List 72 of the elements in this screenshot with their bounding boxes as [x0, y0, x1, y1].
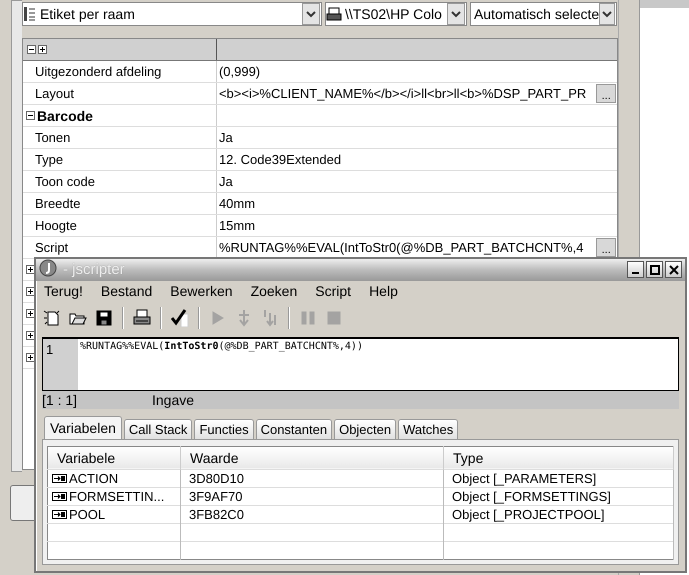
layout-combo[interactable]: Etiket per raam	[22, 2, 322, 26]
table-cell: Object [_FORMSETTINGS]	[452, 488, 611, 504]
table-cell: 3FB82C0	[189, 506, 244, 522]
line-number: 1	[46, 342, 54, 358]
tab[interactable]: Functies	[194, 418, 254, 439]
category-name: Barcode	[36, 108, 93, 124]
property-value: %RUNTAG%%EVAL(IntToStr0(@%DB_PART_BATCHCNT%,4	[218, 240, 584, 255]
cursor-position: [1 : 1]	[42, 392, 78, 408]
menu-item[interactable]: Bestand	[100, 283, 162, 300]
menu-item[interactable]: Help	[369, 283, 407, 300]
variable-icon	[52, 492, 67, 501]
column-header[interactable]: Variabele	[48, 446, 180, 470]
tab[interactable]: Watches	[398, 418, 458, 439]
expand-icon[interactable]	[26, 265, 35, 274]
printer-icon	[326, 7, 342, 21]
tab[interactable]: Variabelen	[44, 416, 122, 439]
property-name: Type	[22, 149, 217, 170]
property-name: Toon code	[22, 171, 217, 192]
menu-item[interactable]: Zoeken	[250, 283, 306, 300]
edit-mode: Ingave	[152, 392, 194, 408]
property-value: <b><i>%CLIENT_NAME%</b></i>ll<br>ll<b>%DSP_PART_PR	[218, 86, 588, 101]
property-value: 12. Code39Extended	[218, 152, 342, 167]
ellipsis-button[interactable]: ...	[596, 238, 616, 257]
maximize-button[interactable]	[646, 261, 663, 278]
property-name: Uitgezonderd afdeling	[22, 61, 217, 82]
property-value: 15mm	[218, 218, 256, 233]
property-name: Breedte	[22, 193, 217, 214]
list-icon	[22, 6, 37, 22]
expand-icon[interactable]	[26, 353, 35, 362]
minimize-icon	[632, 272, 639, 274]
property-value: (0,999)	[218, 64, 262, 79]
table-cell: Object [_PARAMETERS]	[452, 470, 596, 486]
property-name: Hoogte	[22, 215, 217, 236]
tray-combo[interactable]: Automatisch selecte	[470, 2, 617, 26]
tab[interactable]: Call Stack	[124, 418, 192, 439]
expand-icon[interactable]	[26, 331, 35, 340]
table-cell: 3F9AF70	[189, 488, 242, 504]
close-icon	[668, 264, 678, 275]
variable-icon	[52, 474, 67, 483]
expand-icon[interactable]	[38, 45, 47, 54]
property-name: Tonen	[22, 127, 217, 148]
collapse-icon[interactable]	[26, 111, 35, 120]
expand-icon[interactable]	[26, 309, 35, 318]
code-line: %RUNTAG%%EVAL(IntToStr0(@%DB_PART_BATCHCNT%,4))	[80, 341, 364, 352]
minimize-button[interactable]	[627, 261, 644, 278]
table-cell: Object [_PROJECTPOOL]	[452, 506, 604, 522]
table-cell: ACTION	[69, 470, 118, 486]
menu-item[interactable]: Bewerken	[170, 283, 242, 300]
printer-combo[interactable]: \\TS02\HP Colo	[324, 2, 467, 26]
property-name: Layout	[22, 83, 217, 104]
property-value: Ja	[218, 130, 234, 145]
property-value: 40mm	[218, 196, 256, 211]
table-cell: 3D80D10	[189, 470, 244, 486]
close-button[interactable]	[665, 261, 682, 278]
menu-item[interactable]: Script	[315, 283, 360, 300]
tab[interactable]: Constanten	[256, 418, 332, 439]
window-title: - jscripter	[63, 261, 126, 278]
variable-icon	[52, 510, 67, 519]
tab[interactable]: Objecten	[334, 418, 396, 439]
maximize-icon	[650, 264, 660, 275]
column-header[interactable]: Type	[444, 446, 674, 470]
app-logo-icon	[39, 259, 57, 278]
menu-item[interactable]: Terug!	[44, 283, 92, 300]
column-header[interactable]: Waarde	[180, 446, 444, 470]
table-cell: FORMSETTIN...	[69, 488, 164, 504]
checkmark-button[interactable]	[170, 306, 190, 329]
collapse-icon[interactable]	[26, 45, 36, 54]
property-value: Ja	[218, 174, 234, 189]
expand-icon[interactable]	[26, 287, 35, 296]
table-cell: POOL	[69, 506, 106, 522]
ellipsis-button[interactable]: ...	[596, 84, 616, 103]
code-editor[interactable]: 1 %RUNTAG%%EVAL(IntToStr0(@%DB_PART_BATCHCNT%,4))	[42, 337, 679, 391]
